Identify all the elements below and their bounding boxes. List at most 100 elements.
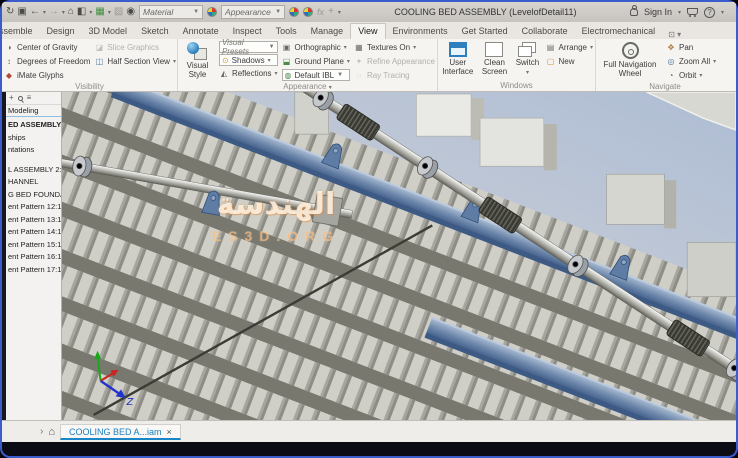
orbit-arrow-icon: ▾ [699,72,702,79]
switch-label: Switch ▾ [513,59,541,77]
orthographic-button[interactable]: ▣Orthographic▾ [282,41,350,54]
visual-presets-dropdown[interactable]: Visual Presets▼ [219,41,278,53]
tree-item-representations[interactable]: ntations [6,144,61,157]
tree-item-assembly-2[interactable]: L ASSEMBLY 2:1 [6,164,61,177]
tab-environments[interactable]: Environments [386,24,455,39]
my-home-tab-icon[interactable]: ⌂ [48,426,55,438]
tab-annotate[interactable]: Annotate [176,24,226,39]
presentation-icon[interactable]: ▨ [114,7,123,17]
model-browser-panel[interactable]: + ≡ Modeling ED ASSEMBLY.ia ships ntatio… [6,92,62,420]
user-interface-button[interactable]: User Interface [440,40,476,81]
group-label-appearance[interactable]: Appearance ▾ [180,82,435,92]
color-wheel-icon[interactable] [207,7,217,17]
browser-add-icon[interactable]: + [9,94,14,102]
slice-graphics-icon: ◪ [94,43,104,52]
document-title: COOLING BED ASSEMBLY (LevelofDetail11) [345,7,626,17]
material-sphere-icon[interactable]: ◉ [126,7,135,17]
adjust-color-wheel-icon[interactable] [289,7,299,17]
material-dropdown[interactable]: Material ▼ [139,5,203,19]
sign-in-dropdown-icon[interactable]: ▾ [678,9,681,16]
adjust-all-color-wheel-icon[interactable] [303,7,313,17]
refine-appearance-button: ✦Refine Appearance [354,55,435,68]
home-view-icon[interactable]: ⌂ [68,7,74,17]
tab-electromechanical[interactable]: Electromechanical [575,24,663,39]
tab-view[interactable]: View [350,23,385,39]
default-ibl-dropdown[interactable]: ◍Default IBL▼ [282,69,350,81]
undo-icon[interactable]: ← [30,7,40,17]
tab-tools[interactable]: Tools [269,24,304,39]
qat-customize-arrow-icon[interactable]: ▾ [338,9,341,16]
component-dropdown-icon[interactable]: ▾ [108,9,111,16]
component-icon[interactable]: ▦ [95,7,104,17]
viewport-3d[interactable]: Z الهندسة ES3D.ORG + ≡ Modeling ED ASSEM… [2,92,736,420]
default-ibl-icon: ◍ [285,71,292,80]
tab-collaborate[interactable]: Collaborate [515,24,575,39]
orthographic-icon: ▣ [282,43,292,52]
tree-item-bed-foundation[interactable]: G BED FOUNDATIO [6,189,61,202]
half-section-view-button[interactable]: ◫Half Section View▾ [94,55,176,68]
tab-assemble[interactable]: Assemble [2,24,40,39]
textures-on-button[interactable]: ▦Textures On▾ [354,41,435,54]
tree-item-pattern-17[interactable]: ent Pattern 17:1 [6,264,61,277]
tab-inspect[interactable]: Inspect [226,24,269,39]
shadows-button[interactable]: ⊙Shadows▾ [219,54,278,66]
orbit-button[interactable]: ◔Orbit▾ [666,69,716,82]
look-at-icon[interactable]: ◧ [77,7,86,17]
appearance-dropdown[interactable]: Appearance ▼ [221,5,285,19]
pan-button[interactable]: ✥Pan [666,41,716,54]
switch-button[interactable]: Switch ▾ [513,40,541,81]
tab-sketch[interactable]: Sketch [134,24,176,39]
tree-item-pattern-15[interactable]: ent Pattern 15:1 [6,239,61,252]
ribbon-options-icon[interactable]: ⊡ ▾ [662,30,687,39]
look-at-dropdown-icon[interactable]: ▾ [89,9,92,16]
document-tab-close-icon[interactable]: × [167,427,172,437]
tab-get-started[interactable]: Get Started [455,24,515,39]
sync-icon[interactable]: ↻ [6,7,14,17]
tree-item-pattern-14[interactable]: ent Pattern 14:1 [6,226,61,239]
degrees-of-freedom-button[interactable]: ↕Degrees of Freedom [4,55,90,68]
save-icon[interactable]: ▣ [17,7,26,17]
reflections-button[interactable]: ◭Reflections▾ [219,67,278,80]
help-dropdown-icon[interactable]: ▾ [721,9,724,16]
ground-plane-button[interactable]: ⬓Ground Plane▾ [282,55,350,68]
sign-in-label[interactable]: Sign In [644,7,672,17]
new-window-button[interactable]: ▢New [546,55,593,68]
group-label-navigate: Navigate [598,82,732,92]
full-navigation-wheel-button[interactable]: Full Navigation Wheel [598,40,662,82]
tree-item-pattern-12[interactable]: ent Pattern 12:1 [6,201,61,214]
sign-in-person-icon[interactable] [630,8,638,16]
zoom-all-button[interactable]: ◎Zoom All▾ [666,55,716,68]
tab-design[interactable]: Design [40,24,82,39]
slice-graphics-button: ◪Slice Graphics [94,41,176,54]
tab-3d-model[interactable]: 3D Model [82,24,135,39]
redo-dropdown-icon[interactable]: ▾ [62,9,65,16]
document-tab-active[interactable]: COOLING BED A...iam × [60,424,181,440]
tree-item-channel[interactable]: HANNEL [6,176,61,189]
tree-item-pattern-13[interactable]: ent Pattern 13:1 [6,214,61,227]
tab-scroll-chevron-icon[interactable]: › [40,426,43,437]
shadows-icon: ⊙ [222,56,229,65]
visual-style-button[interactable]: Visual Style [180,40,215,82]
imate-glyphs-button[interactable]: ◆iMate Glyphs [4,69,90,82]
tree-item-assembly-root[interactable]: ED ASSEMBLY.ia [6,119,61,132]
add-icon[interactable]: + [328,7,334,17]
zoom-all-arrow-icon: ▾ [713,58,716,65]
help-icon[interactable]: ? [704,7,715,18]
imate-glyphs-icon: ◆ [4,71,14,80]
tree-item-pattern-16[interactable]: ent Pattern 16:1 [6,251,61,264]
parameters-fx-icon[interactable]: fx [317,7,324,17]
clean-screen-icon [485,42,503,57]
redo-icon[interactable]: → [49,7,59,17]
clean-screen-button[interactable]: Clean Screen [480,40,510,81]
browser-menu-icon[interactable]: ≡ [27,94,32,102]
arrange-button[interactable]: ▤Arrange▾ [546,41,593,54]
browser-search-icon[interactable] [18,96,23,101]
center-of-gravity-button[interactable]: ◑Center of Gravity [4,41,90,54]
undo-dropdown-icon[interactable]: ▾ [43,9,46,16]
store-cart-icon[interactable] [687,8,698,15]
arrange-label: Arrange [559,43,587,52]
tab-manage[interactable]: Manage [304,24,351,39]
browser-view-mode[interactable]: Modeling [6,105,61,117]
tree-item-relationships[interactable]: ships [6,132,61,145]
imate-glyphs-label: iMate Glyphs [17,71,64,80]
